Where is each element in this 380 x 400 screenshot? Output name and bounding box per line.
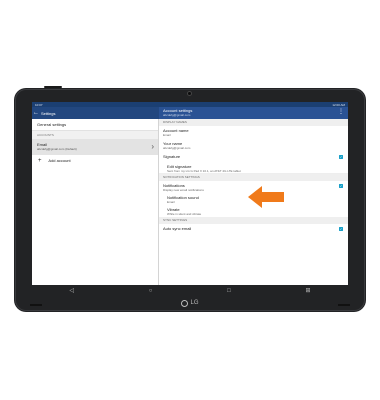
vibrate-value: While in silent and vibrate: [167, 212, 202, 216]
screen: 10:07 12:00 AM ← Settings Account settin…: [32, 102, 348, 285]
status-time-left: 10:07: [35, 102, 43, 107]
signature-label: Signature: [163, 154, 181, 159]
more-vert-icon[interactable]: ⋮: [338, 109, 344, 115]
speaker-left: [30, 304, 42, 306]
arrow-back-icon[interactable]: ←: [32, 107, 40, 119]
lg-logo-icon: [181, 299, 189, 307]
camera-icon: [187, 91, 192, 96]
account-name-value: Email: [163, 133, 171, 137]
page-title: Settings: [41, 110, 56, 116]
add-account-label: Add account: [48, 158, 71, 164]
your-name-row[interactable]: Your name abcdefg@gmail.com: [159, 139, 348, 152]
notification-settings-section: NOTIFICATION SETTINGS: [159, 174, 348, 181]
account-settings-subtitle: abcdefg@gmail.com: [163, 113, 191, 117]
notifications-checkbox[interactable]: ✓: [339, 184, 343, 188]
accounts-section-header: ACCOUNTS: [32, 131, 158, 139]
display-names-section: DISPLAY NAMES: [159, 119, 348, 126]
highlight-arrow-icon: [248, 186, 284, 208]
your-name-value: abcdefg@gmail.com: [163, 146, 191, 150]
nav-dual-window-icon[interactable]: ⊞: [306, 285, 311, 298]
account-email: abcdefg@gmail.com (Default): [37, 147, 77, 151]
chevron-right-icon: ›: [151, 142, 154, 151]
nav-recents-icon[interactable]: □: [227, 285, 231, 298]
left-pane: General settings ACCOUNTS Email abcdefg@…: [32, 119, 159, 285]
general-settings-label: General settings: [37, 122, 67, 127]
edit-signature-value: Sent from my LG G Pad X 10.1, an AT&T 4G…: [167, 169, 241, 173]
signature-row[interactable]: Signature ✓: [159, 152, 348, 162]
signature-checkbox[interactable]: ✓: [339, 155, 343, 159]
speaker-right: [338, 304, 350, 306]
auto-sync-row[interactable]: Auto sync email ✓: [159, 224, 348, 233]
nav-home-icon[interactable]: ○: [149, 285, 153, 298]
nav-bar: ◁ ○ □ ⊞: [32, 285, 348, 298]
account-item-email[interactable]: Email abcdefg@gmail.com (Default) ›: [32, 139, 158, 155]
nav-back-icon[interactable]: ◁: [69, 285, 74, 298]
brand-logo: LG: [160, 298, 220, 308]
sync-settings-section: SYNC SETTINGS: [159, 217, 348, 224]
app-bar: ← Settings Account settings abcdefg@gmai…: [32, 107, 348, 119]
plus-icon: +: [38, 158, 42, 164]
auto-sync-checkbox[interactable]: ✓: [339, 227, 343, 231]
brand-logo-text: LG: [190, 300, 199, 306]
account-name-row[interactable]: Account name Email: [159, 126, 348, 139]
status-time-right: 12:00 AM: [332, 102, 345, 107]
general-settings-item[interactable]: General settings: [32, 119, 158, 131]
power-button: [44, 86, 62, 88]
add-account-button[interactable]: + Add account: [32, 155, 158, 167]
account-settings-header: Account settings abcdefg@gmail.com: [159, 107, 348, 119]
content: General settings ACCOUNTS Email abcdefg@…: [32, 119, 348, 285]
edit-signature-row[interactable]: Edit signature Sent from my LG G Pad X 1…: [159, 162, 348, 174]
auto-sync-label: Auto sync email: [163, 226, 192, 231]
